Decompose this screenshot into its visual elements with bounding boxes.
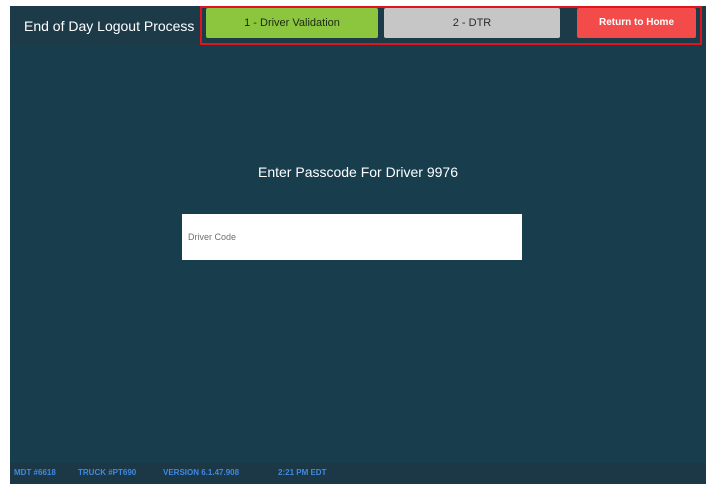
- tab-dtr[interactable]: 2 - DTR: [384, 8, 560, 38]
- main-panel: Enter Passcode For Driver 9976: [10, 45, 706, 463]
- status-bar: MDT #6618 TRUCK #PT690 VERSION 6.1.47.90…: [10, 463, 706, 484]
- top-bar: End of Day Logout Process 1 - Driver Val…: [10, 6, 706, 45]
- app-window: End of Day Logout Process 1 - Driver Val…: [10, 6, 706, 484]
- status-time: 2:21 PM EDT: [278, 468, 327, 477]
- driver-code-input[interactable]: [182, 214, 522, 260]
- truck-number: TRUCK #PT690: [78, 468, 137, 477]
- mdt-number: MDT #6618: [14, 468, 56, 477]
- passcode-prompt: Enter Passcode For Driver 9976: [258, 164, 458, 180]
- tab-driver-validation[interactable]: 1 - Driver Validation: [206, 8, 378, 38]
- app-version: VERSION 6.1.47.908: [163, 468, 240, 477]
- page-title: End of Day Logout Process: [24, 18, 195, 34]
- return-to-home-button[interactable]: Return to Home: [577, 8, 696, 38]
